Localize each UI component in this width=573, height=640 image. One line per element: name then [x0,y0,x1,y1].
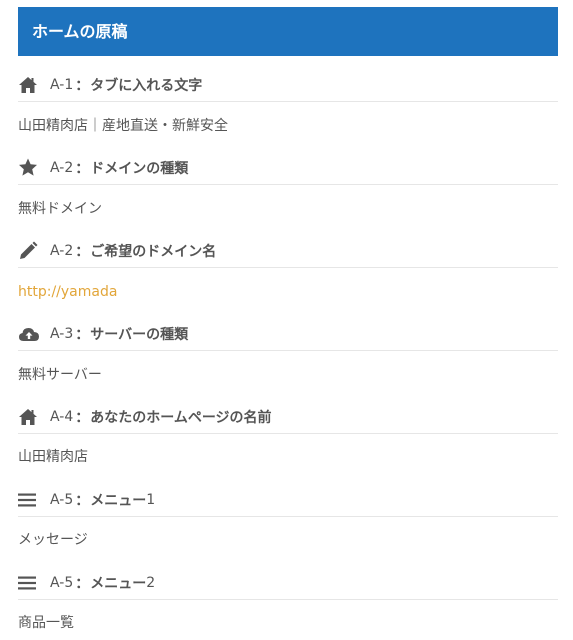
home-icon [18,75,40,95]
section-title-a5-menu1: A-5：メニュー 1 [18,483,558,517]
section-label: タブに入れる文字 [90,77,203,94]
section-title-a4: A-4：あなたのホームページの名前 [18,400,558,434]
section-value-a5-menu1: メッセージ [18,532,88,548]
section-title-a3: A-3：サーバーの種類 [18,317,558,351]
section-value-a5-menu2: 商品一覧 [18,615,74,631]
star-icon [18,158,40,178]
page-header: ホームの原稿 [18,7,558,56]
menu-icon [18,490,40,510]
section-label: メニュー [90,575,147,592]
domain-name-link[interactable]: http://yamada [18,279,558,305]
page: ホームの原稿 A-1：タブに入れる文字 山田精肉店｜産地直送・新鮮安全 A-2：… [0,0,573,640]
page-title: ホームの原稿 [32,22,128,41]
section-value-a3: 無料サーバー [18,367,102,383]
section-label: ご希望のドメイン名 [90,243,217,260]
section-label: あなたのホームページの名前 [90,409,272,426]
section-label: ドメインの種類 [90,160,189,177]
section-value-a4: 山田精肉店 [18,449,88,465]
cloud-upload-icon [18,324,40,344]
section-value-a2-domain-type: 無料ドメイン [18,201,102,217]
section-value-a1: 山田精肉店｜産地直送・新鮮安全 [18,118,228,134]
section-label: サーバーの種類 [90,326,189,343]
section-title-a5-menu2: A-5：メニュー 2 [18,566,558,600]
menu-icon [18,573,40,593]
home-icon [18,407,40,427]
section-title-a1: A-1：タブに入れる文字 [18,68,558,102]
section-label: メニュー [90,492,147,509]
section-title-a2-domain-name: A-2：ご希望のドメイン名 [18,234,558,268]
pencil-icon [18,241,40,261]
section-title-a2-domain-type: A-2：ドメインの種類 [18,151,558,185]
